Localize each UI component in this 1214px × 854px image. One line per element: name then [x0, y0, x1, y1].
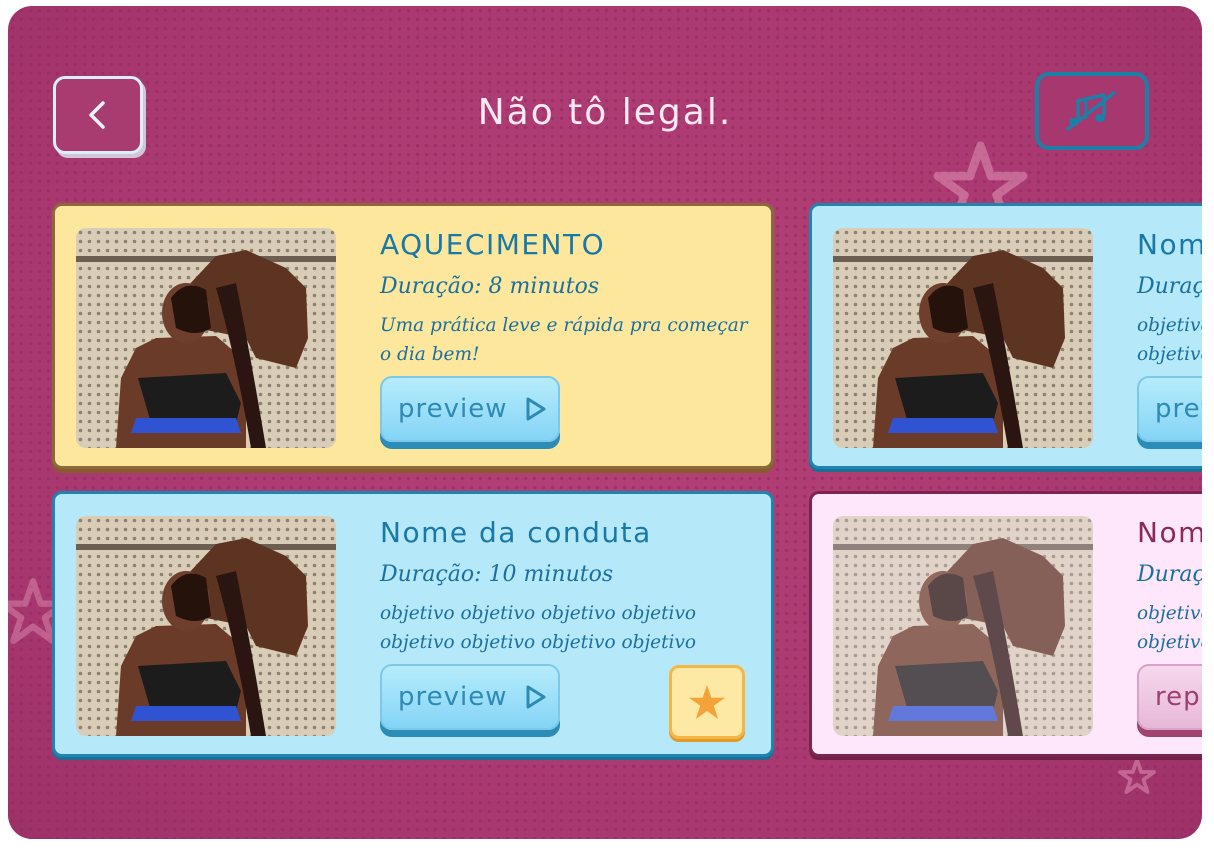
- card-duration: Duraçã: [1137, 274, 1202, 299]
- exercise-photo: [833, 228, 1093, 448]
- conduct-card[interactable]: Nom Duraçã objetivo objetivo rep: [809, 491, 1202, 757]
- exercise-photo: [76, 228, 336, 448]
- card-description: Uma prática leve e rápida pra começar o …: [380, 315, 748, 365]
- replay-button[interactable]: rep: [1137, 664, 1202, 730]
- card-title: Nome da conduta: [380, 516, 652, 549]
- music-toggle-button[interactable]: [1035, 72, 1149, 150]
- play-icon: [526, 397, 545, 421]
- page-title: Não tô legal.: [477, 92, 733, 133]
- preview-button-label: preview: [398, 682, 508, 712]
- star-icon: [689, 685, 725, 719]
- conduct-card[interactable]: AQUECIMENTO Duração: 8 minutos Uma práti…: [52, 203, 774, 469]
- preview-button[interactable]: preview: [380, 376, 560, 442]
- exercise-photo: [76, 516, 336, 736]
- preview-button-label: prev: [1155, 394, 1202, 424]
- preview-button[interactable]: preview: [380, 664, 560, 730]
- card-title: Nom: [1137, 228, 1202, 261]
- preview-button-label: preview: [398, 394, 508, 424]
- card-title: Nom: [1137, 516, 1202, 549]
- card-title: AQUECIMENTO: [380, 228, 606, 261]
- replay-button-label: rep: [1155, 682, 1201, 712]
- card-duration: Duração: 8 minutos: [380, 274, 600, 299]
- card-description: objetivo objetivo: [1137, 315, 1202, 365]
- preview-button[interactable]: prev: [1137, 376, 1202, 442]
- card-duration: Duração: 10 minutos: [380, 562, 614, 587]
- play-icon: [526, 685, 545, 709]
- exercise-photo: [833, 516, 1093, 736]
- music-off-icon: [1066, 91, 1116, 131]
- card-description: objetivo objetivo objetivo objetivo obje…: [380, 603, 697, 653]
- card-description: objetivo objetivo: [1137, 603, 1202, 653]
- decorative-star-icon: [1118, 758, 1156, 794]
- conduct-card[interactable]: Nom Duraçã objetivo objetivo prev: [809, 203, 1202, 469]
- card-duration: Duraçã: [1137, 562, 1202, 587]
- favorite-button[interactable]: [669, 665, 745, 739]
- conduct-card[interactable]: Nome da conduta Duração: 10 minutos obje…: [52, 491, 774, 757]
- app-screen: Não tô legal. AQUECIMENTO Duração: 8 min…: [8, 6, 1202, 839]
